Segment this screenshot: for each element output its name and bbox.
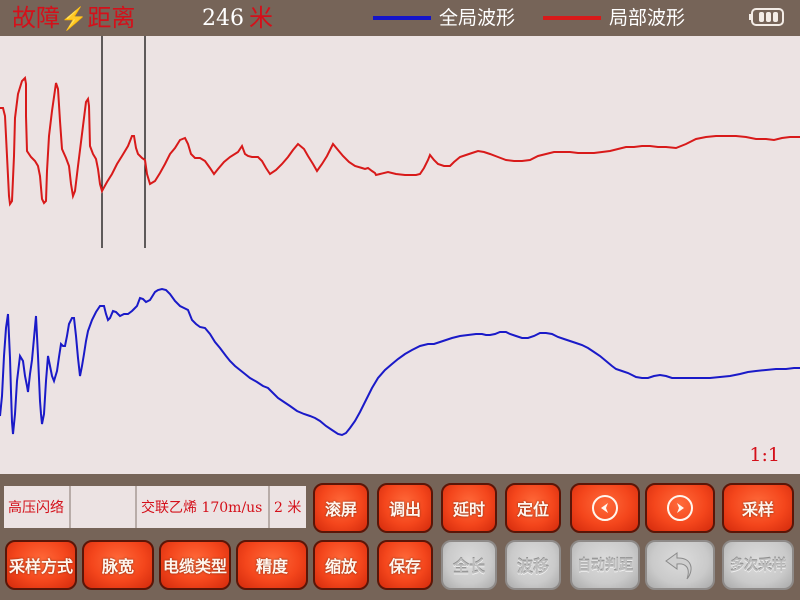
save-button[interactable]: 保存	[377, 540, 433, 590]
scroll-button[interactable]: 滚屏	[313, 483, 369, 533]
wave-shift-button[interactable]: 波移	[505, 540, 561, 590]
pulse-width-button[interactable]: 脉宽	[82, 540, 154, 590]
distance-unit: 米	[249, 4, 273, 32]
move-right-button[interactable]	[645, 483, 715, 533]
local-waveform	[0, 75, 800, 207]
waveform-plot[interactable]: 1:1	[0, 36, 800, 474]
lightning-icon: ⚡	[60, 7, 88, 32]
cable-type-display: 交联乙烯 170m/us	[137, 486, 270, 528]
legend-local: 局部波形	[543, 4, 685, 32]
distance-value: 246	[202, 6, 244, 31]
top-bar: 故障⚡距离 246 米 全局波形 局部波形	[0, 0, 800, 36]
legend-global-swatch	[373, 16, 431, 20]
global-waveform	[0, 287, 800, 437]
sample-button[interactable]: 采样	[722, 483, 794, 533]
mode-display: 高压闪络	[4, 486, 71, 528]
precision-display: 2 米	[270, 486, 306, 528]
battery-icon	[749, 8, 784, 26]
legend-local-swatch	[543, 16, 601, 20]
auto-distance-button[interactable]: 自动判距	[570, 540, 640, 590]
title-fault: 故障	[12, 4, 60, 32]
scale-ratio: 1:1	[749, 444, 780, 466]
precision-button[interactable]: 精度	[236, 540, 308, 590]
delay-button[interactable]: 延时	[441, 483, 497, 533]
locate-button[interactable]: 定位	[505, 483, 561, 533]
recall-button[interactable]: 调出	[377, 483, 433, 533]
arrow-right-icon	[667, 495, 693, 521]
full-length-button[interactable]: 全长	[441, 540, 497, 590]
zoom-button[interactable]: 缩放	[313, 540, 369, 590]
blank-display	[71, 486, 137, 528]
sampling-mode-button[interactable]: 采样方式	[5, 540, 77, 590]
legend-global: 全局波形	[373, 4, 515, 32]
legend-local-label: 局部波形	[609, 7, 686, 29]
undo-button[interactable]	[645, 540, 715, 590]
info-bar: 高压闪络 交联乙烯 170m/us 2 米	[4, 486, 306, 528]
legend-global-label: 全局波形	[439, 7, 516, 29]
arrow-left-icon	[592, 495, 618, 521]
move-left-button[interactable]	[570, 483, 640, 533]
multi-sample-button[interactable]: 多次采样	[722, 540, 794, 590]
cable-type-button[interactable]: 电缆类型	[159, 540, 231, 590]
fault-distance-title: 故障⚡距离	[12, 2, 135, 36]
waveform-canvas[interactable]	[0, 36, 800, 474]
title-distance: 距离	[87, 4, 136, 32]
undo-icon	[665, 552, 692, 580]
